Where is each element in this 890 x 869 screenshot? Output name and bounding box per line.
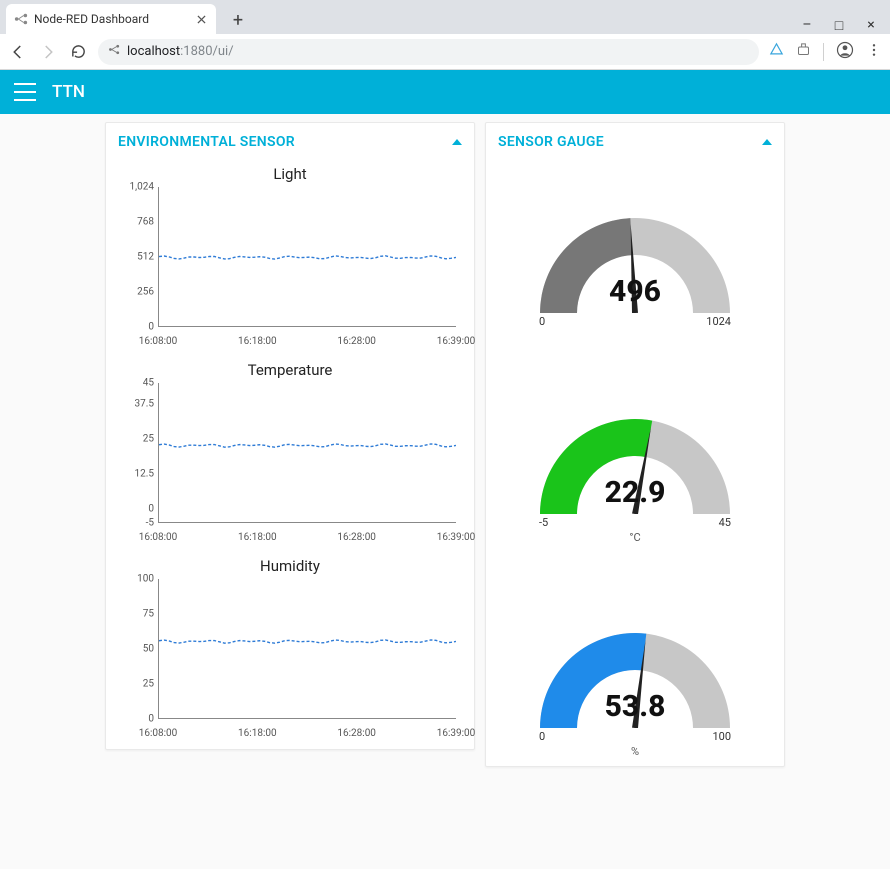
chart-title: Light	[116, 165, 464, 183]
gauge-value: 22.9	[525, 475, 745, 510]
chart-title: Humidity	[116, 557, 464, 575]
window-controls: – □ ×	[798, 13, 890, 34]
y-tick-label: 25	[116, 679, 154, 690]
browser-tab-strip: Node-RED Dashboard + – □ ×	[0, 0, 890, 34]
collapse-caret-icon[interactable]	[452, 139, 462, 145]
x-tick-label: 16:28:00	[337, 336, 376, 347]
humidity-chart-block: Humidity 0 25 50 75 100 16:08:00 16:18:00 16:28…	[106, 553, 474, 749]
gauge-range-labels: 0 1024	[525, 315, 745, 328]
dashboard-header: TTN	[0, 70, 890, 114]
gauge-value: 496	[525, 274, 745, 309]
x-tick-label: 16:08:00	[139, 336, 178, 347]
url-rest: :1880/ui/	[180, 44, 233, 59]
y-tick-label: 37.5	[116, 399, 154, 410]
gauge-units: %	[631, 745, 639, 758]
x-tick-label: 16:18:00	[238, 336, 277, 347]
tab-close-icon[interactable]	[194, 12, 208, 26]
x-tick-label: 16:39:00	[437, 532, 476, 543]
temperature-gauge[interactable]: 22.9	[525, 394, 745, 514]
humidity-line-chart[interactable]: 025507510016:08:0016:18:0016:28:0016:39:…	[116, 579, 456, 739]
collapse-caret-icon[interactable]	[762, 139, 772, 145]
y-tick-label: 0	[116, 504, 154, 515]
gauge-min-label: 0	[539, 315, 545, 328]
gauge-range-labels: 0 100	[525, 730, 745, 743]
y-tick-label: 45	[116, 378, 154, 389]
nav-forward-icon[interactable]	[38, 42, 58, 62]
toolbar-right-icons	[769, 41, 882, 63]
chart-title: Temperature	[116, 361, 464, 379]
gauge-units: °C	[629, 531, 640, 544]
light-gauge-block: 496 0 1024	[486, 161, 784, 338]
gauge-max-label: 1024	[706, 315, 731, 328]
y-tick-label: 256	[116, 287, 154, 298]
light-chart-block: Light 0 256 512 768 1,024 16:08:00 16:18:00 16:…	[106, 161, 474, 357]
card-header[interactable]: SENSOR GAUGE	[486, 123, 784, 161]
card-title: ENVIRONMENTAL SENSOR	[118, 134, 295, 150]
x-tick-label: 16:08:00	[139, 532, 178, 543]
x-tick-label: 16:18:00	[238, 532, 277, 543]
browser-tab[interactable]: Node-RED Dashboard	[6, 4, 216, 34]
profile-icon[interactable]	[836, 41, 854, 63]
y-tick-label: 512	[116, 252, 154, 263]
nav-reload-icon[interactable]	[68, 42, 88, 62]
new-tab-button[interactable]: +	[224, 6, 252, 34]
x-tick-label: 16:39:00	[437, 336, 476, 347]
gauge-min-label: -5	[539, 516, 548, 529]
gauge-value: 53.8	[525, 689, 745, 724]
light-line-chart[interactable]: 02565127681,02416:08:0016:18:0016:28:001…	[116, 187, 456, 347]
dashboard-title: TTN	[52, 82, 85, 102]
x-tick-label: 16:18:00	[238, 728, 277, 739]
light-gauge[interactable]: 496	[525, 193, 745, 313]
y-tick-label: 100	[116, 574, 154, 585]
x-tick-label: 16:08:00	[139, 728, 178, 739]
node-red-favicon	[14, 12, 28, 26]
y-tick-label: 75	[116, 609, 154, 620]
humidity-gauge-block: 53.8 0 100 %	[486, 552, 784, 766]
gauge-min-label: 0	[539, 730, 545, 743]
card-header[interactable]: ENVIRONMENTAL SENSOR	[106, 123, 474, 161]
y-tick-label: 50	[116, 644, 154, 655]
temperature-chart-block: Temperature -5 0 12.5 25 37.5 45 16:08:00 16:18…	[106, 357, 474, 553]
url-text: localhost:1880/ui/	[127, 44, 234, 59]
window-minimize-icon[interactable]: –	[798, 17, 816, 34]
y-tick-label: 12.5	[116, 469, 154, 480]
nav-back-icon[interactable]	[8, 42, 28, 62]
y-tick-label: 768	[116, 217, 154, 228]
window-close-icon[interactable]: ×	[862, 17, 880, 34]
browser-tab-title: Node-RED Dashboard	[34, 12, 188, 26]
share-icon[interactable]	[796, 42, 811, 61]
y-tick-label: 1,024	[116, 182, 154, 193]
gauge-max-label: 100	[712, 730, 731, 743]
temperature-line-chart[interactable]: -5012.52537.54516:08:0016:18:0016:28:001…	[116, 383, 456, 543]
gauge-max-label: 45	[719, 516, 731, 529]
x-tick-label: 16:28:00	[337, 532, 376, 543]
url-host: localhost	[127, 44, 180, 59]
humidity-gauge[interactable]: 53.8	[525, 608, 745, 728]
sensor-gauge-card: SENSOR GAUGE 496 0 1024 22.9	[485, 122, 785, 767]
y-tick-label: 0	[116, 714, 154, 725]
gauge-range-labels: -5 45	[525, 516, 745, 529]
temperature-gauge-block: 22.9 -5 45 °C	[486, 338, 784, 552]
browser-toolbar: localhost:1880/ui/	[0, 34, 890, 70]
address-bar[interactable]: localhost:1880/ui/	[98, 39, 759, 65]
card-title: SENSOR GAUGE	[498, 134, 604, 150]
y-tick-label: -5	[116, 518, 154, 529]
site-info-icon[interactable]	[108, 43, 121, 60]
extension-icon[interactable]	[769, 42, 784, 61]
kebab-menu-icon[interactable]	[866, 42, 882, 62]
x-tick-label: 16:28:00	[337, 728, 376, 739]
toolbar-separator	[823, 43, 824, 61]
environmental-sensor-card: ENVIRONMENTAL SENSOR Light 0 256 512 768 1,0…	[105, 122, 475, 750]
x-tick-label: 16:39:00	[437, 728, 476, 739]
dashboard-body: ENVIRONMENTAL SENSOR Light 0 256 512 768 1,0…	[0, 114, 890, 869]
y-tick-label: 25	[116, 434, 154, 445]
y-tick-label: 0	[116, 322, 154, 333]
window-maximize-icon[interactable]: □	[830, 17, 848, 34]
hamburger-menu-icon[interactable]	[14, 83, 36, 101]
